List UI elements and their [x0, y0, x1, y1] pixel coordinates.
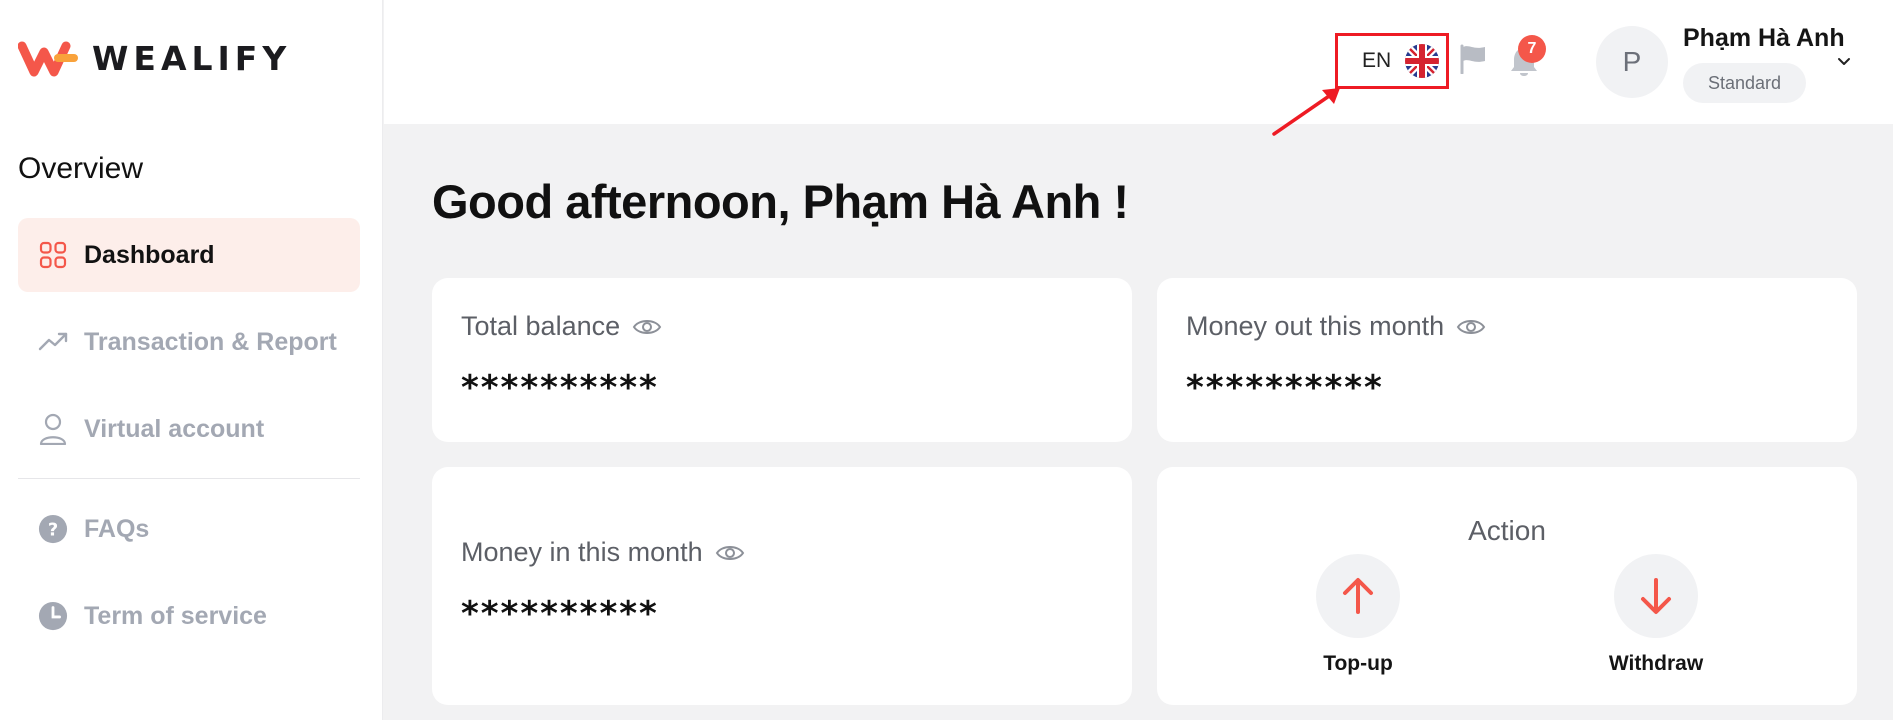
sidebar-item-label: Dashboard: [84, 240, 215, 269]
money-in-label: Money in this month: [461, 537, 703, 567]
money-in-card: Money in this month **********: [432, 467, 1132, 705]
eye-icon[interactable]: [1456, 317, 1486, 337]
brand-logo[interactable]: WEALIFY: [18, 38, 291, 78]
money-out-label: Money out this month: [1186, 311, 1445, 341]
chevron-down-icon[interactable]: [1836, 54, 1852, 70]
eye-icon[interactable]: [632, 317, 662, 337]
sidebar-item-virtual-account[interactable]: Virtual account: [18, 392, 360, 466]
user-name[interactable]: Phạm Hà Anh: [1683, 24, 1845, 53]
total-balance-card: Total balance **********: [432, 278, 1132, 442]
sidebar-item-label: Term of service: [84, 601, 267, 630]
total-balance-value: **********: [461, 368, 659, 408]
page-greeting: Good afternoon, Phạm Hà Anh !: [432, 175, 1129, 228]
money-in-value: **********: [461, 594, 659, 634]
sidebar-item-faqs[interactable]: ? FAQs: [18, 492, 360, 566]
sidebar-item-label: FAQs: [84, 514, 150, 543]
withdraw-button[interactable]: [1614, 554, 1698, 638]
sidebar-item-term-of-service[interactable]: Term of service: [18, 579, 360, 653]
arrow-down-icon: [1641, 578, 1671, 614]
sidebar-item-label: Transaction & Report: [84, 327, 337, 356]
svg-text:?: ?: [48, 520, 58, 541]
eye-icon[interactable]: [715, 543, 745, 563]
language-switcher[interactable]: EN: [1335, 33, 1449, 89]
total-balance-label-row: Total balance: [461, 311, 662, 342]
sidebar-item-label: Virtual account: [84, 414, 265, 443]
sidebar: WEALIFY Overview Dashboard Transaction &…: [0, 0, 383, 720]
action-title: Action: [1468, 515, 1546, 546]
wealify-logo-icon: [18, 41, 78, 77]
user-icon: [38, 413, 68, 445]
top-up-label[interactable]: Top-up: [1278, 652, 1438, 676]
question-icon: ?: [38, 514, 68, 544]
arrow-up-icon: [1343, 578, 1373, 614]
avatar[interactable]: P: [1596, 26, 1668, 98]
grid-icon: [38, 240, 68, 270]
brand-name: WEALIFY: [92, 38, 292, 78]
flag-icon[interactable]: [1458, 44, 1488, 74]
top-up-button[interactable]: [1316, 554, 1400, 638]
user-tier-badge: Standard: [1683, 63, 1806, 103]
trend-up-icon: [38, 327, 68, 357]
money-in-label-row: Money in this month: [461, 537, 745, 568]
annotation-arrow: [1272, 88, 1340, 136]
total-balance-label: Total balance: [461, 311, 621, 341]
section-title-overview: Overview: [18, 152, 144, 185]
uk-flag-icon: [1405, 44, 1440, 78]
withdraw-label[interactable]: Withdraw: [1576, 652, 1736, 676]
clock-icon: [38, 601, 68, 631]
money-out-value: **********: [1186, 368, 1384, 408]
sidebar-item-dashboard[interactable]: Dashboard: [18, 218, 360, 292]
money-out-label-row: Money out this month: [1186, 311, 1486, 342]
notification-count-badge: 7: [1518, 35, 1546, 63]
sidebar-item-transaction-report[interactable]: Transaction & Report: [18, 305, 360, 379]
money-out-card: Money out this month **********: [1157, 278, 1857, 442]
action-card: Action Top-up Withdraw: [1157, 467, 1857, 705]
language-code: EN: [1362, 49, 1392, 72]
sidebar-divider: [18, 478, 360, 479]
